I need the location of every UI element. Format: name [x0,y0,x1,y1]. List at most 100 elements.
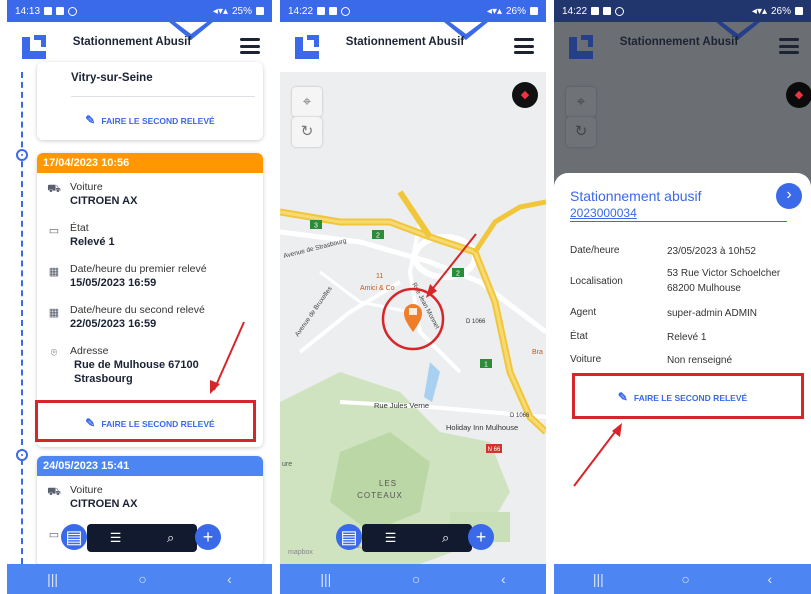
search-icon[interactable]: ⌕ [442,530,449,546]
recent-apps-icon[interactable]: ||| [47,571,58,587]
add-button[interactable]: + [468,524,494,550]
status-time: 14:22 [562,5,588,17]
divider [71,96,255,97]
car-icon: ⛟ [47,183,61,195]
home-icon[interactable]: ○ [681,571,689,587]
list-view-button[interactable]: ▤ [336,524,362,550]
recent-apps-icon[interactable]: ||| [593,571,604,587]
locate-me-icon: ⌖ [566,87,596,117]
notification-icon [591,7,600,15]
signal-icon: ◂▾▴ [751,5,767,17]
app-logo [569,35,593,59]
hamburger-menu-icon[interactable] [779,38,799,54]
second-reading-value: 22/05/2023 16:59 [70,318,157,330]
home-icon[interactable]: ○ [138,571,146,587]
compass-icon[interactable]: ◆ [512,82,538,108]
notification-icon [68,6,78,16]
mapbox-attribution: mapbox [288,549,313,556]
app-header: Stationnement Abusif [554,22,811,72]
battery-icon [256,7,264,15]
status-bar: 14:22 ◂▾▴ 26% [554,0,811,22]
calendar-icon: ▦ [48,266,60,278]
status-bar: 14:13 ◂▾▴ 25% [7,0,272,22]
app-header: Stationnement Abusif [280,22,546,72]
second-reading-button[interactable]: ✎ FAIRE LE SECOND RELEVÉ [37,113,263,127]
app-logo [295,35,319,59]
timeline-line [21,72,23,564]
screen-detail: 14:22 ◂▾▴ 26% Stationnement Abusif ⌖ ↻ ◆ … [554,0,811,594]
record-id-link[interactable]: 2023000034 [570,206,637,220]
filter-icon[interactable]: ☰ [110,530,122,546]
android-nav-bar: ||| ○ ‹ [7,564,272,594]
page-title: Stationnement Abusif [619,36,739,48]
battery-level: 26% [505,5,526,17]
state-label: État [70,222,89,234]
android-nav-bar: ||| ○ ‹ [280,564,546,594]
record-card: Vitry-sur-Seine ✎ FAIRE LE SECOND RELEVÉ [37,62,263,140]
filter-icon[interactable]: ☰ [385,530,397,546]
area-label: ure [282,461,292,468]
vehicle-label: Voiture [70,484,103,496]
home-icon[interactable]: ○ [412,571,420,587]
car-icon: ⛟ [47,486,61,498]
area-label: COTEAUX [357,491,403,500]
battery-level: 26% [770,5,791,17]
road-label: D 1066 [510,413,530,419]
address-label: Adresse [70,345,109,357]
screen-map: 14:22 ◂▾▴ 26% Stationnement Abusif 3 2 2… [280,0,546,594]
address-city: Strasbourg [74,373,133,385]
state-value: Relevé 1 [70,236,115,248]
notification-icon [615,6,625,16]
notification-icon [56,7,65,15]
info-icon: ▭ [48,225,60,237]
back-icon[interactable]: ‹ [767,571,772,587]
divider [570,221,787,222]
screen-list: 14:13 ◂▾▴ 25% Stationnement Abusif Vitry-… [7,0,272,594]
map-view-button[interactable]: ▤ [61,524,87,550]
chevron-right-icon[interactable]: › [776,183,802,209]
calendar-icon: ▦ [48,307,60,319]
poi-label: Holiday Inn Mulhouse [446,423,518,432]
add-button[interactable]: + [195,524,221,550]
record-date-header: 24/05/2023 15:41 [37,456,263,476]
info-icon: ▭ [48,529,60,541]
back-icon[interactable]: ‹ [227,571,232,587]
refresh-icon[interactable]: ↻ [292,117,322,147]
recent-apps-icon[interactable]: ||| [320,571,331,587]
status-time: 14:22 [288,5,314,17]
road-shield-label: 2 [456,271,460,278]
app-logo [22,35,46,59]
annotation-arrow [210,321,245,394]
compass-icon: ◆ [786,82,811,108]
refresh-icon: ↻ [566,117,596,147]
page-title: Stationnement Abusif [72,36,192,48]
hamburger-menu-icon[interactable] [514,38,534,54]
vehicle-label: Voiture [70,181,103,193]
road-shield-label: 3 [314,223,318,230]
bottom-toolbar: ☰ ⌕ [362,524,472,552]
bottom-toolbar: ☰ ⌕ [87,524,197,552]
timeline-node [16,449,28,461]
notification-icon [329,7,338,15]
record-city: Vitry-sur-Seine [71,72,153,84]
page-title: Stationnement Abusif [345,36,465,48]
notification-icon [44,7,53,15]
battery-level: 25% [231,5,252,17]
road-shield-label: N 66 [488,447,501,453]
poi-label: Amici & Co [360,285,395,292]
area-label: LES [379,479,397,488]
first-reading-label: Date/heure du premier relevé [70,263,207,275]
timeline-node [16,149,28,161]
street-label: Rue Jules Verne [374,401,429,410]
locate-me-icon[interactable]: ⌖ [292,87,322,117]
hamburger-menu-icon[interactable] [240,38,260,54]
highlight-box [35,400,256,442]
poi-label: 11 [376,273,383,280]
search-icon[interactable]: ⌕ [167,530,174,546]
highlight-box [572,373,804,419]
sheet-title: Stationnement abusif [570,188,702,204]
battery-icon [530,7,538,15]
back-icon[interactable]: ‹ [501,571,506,587]
first-reading-value: 15/05/2023 16:59 [70,277,157,289]
pencil-icon: ✎ [85,113,96,127]
